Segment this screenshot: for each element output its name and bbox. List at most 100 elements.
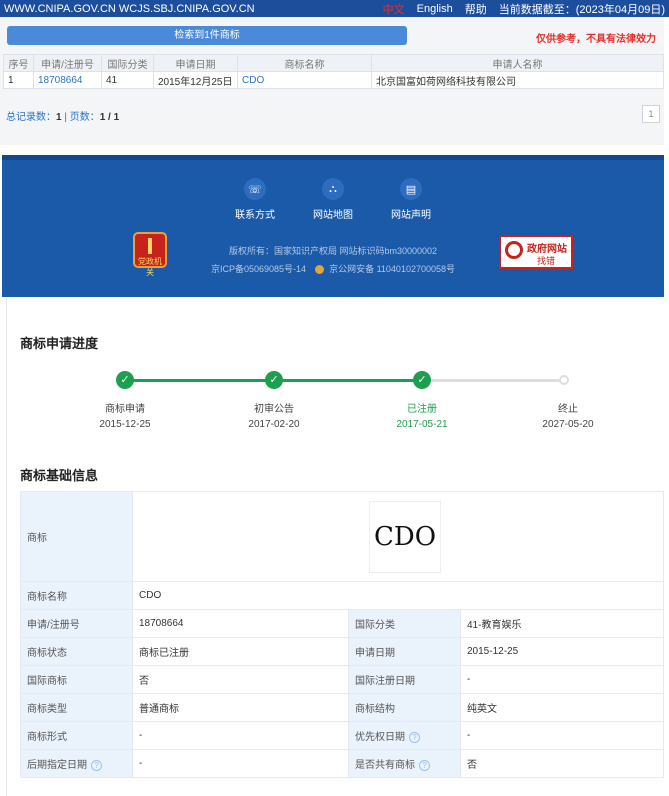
column-header: 国际分类: [101, 54, 154, 72]
table-row[interactable]: 1 18708664 41 2015年12月25日 CDO 北京国富如荷网络科技…: [3, 71, 664, 89]
site-domains[interactable]: WWW.CNIPA.GOV.CN WCJS.SBJ.CNIPA.GOV.CN: [4, 3, 255, 15]
footer-statement-link[interactable]: ▤ 网站声明: [391, 178, 431, 221]
help-icon[interactable]: ?: [409, 731, 420, 743]
search-result-panel: 检索到1件商标 仅供参考，不具有法律效力 序号 申请/注册号 国际分类 申请日期…: [0, 17, 664, 145]
field-label: 申请日期: [348, 637, 461, 666]
gov-site-title: 政府网站: [527, 244, 567, 255]
logo-cell: CDO: [132, 491, 664, 582]
field-label: 国际分类: [348, 609, 461, 638]
field-label: 商标状态: [20, 637, 133, 666]
field-value: 41-教育娱乐: [460, 609, 664, 638]
gov-site-error-report-button[interactable]: 政府网站 找错: [499, 235, 573, 269]
pages-value: 1 / 1: [99, 112, 120, 123]
cell-index: 1: [3, 71, 34, 89]
footer-nav-label: 联系方式: [235, 210, 275, 221]
pages-label: 页数：: [69, 112, 100, 123]
data-date: 当前数据截至：(2023年04月09日): [498, 3, 665, 16]
table-row: 商标 CDO: [20, 491, 664, 582]
table-row: 后期指定日期? - 是否共有商标? 否: [20, 749, 664, 778]
trademark-image[interactable]: CDO: [369, 500, 441, 573]
field-label: 商标结构: [348, 693, 461, 722]
step-date: 2017-02-20: [248, 419, 300, 430]
progress-track-pending: [423, 379, 565, 382]
lang-zh-link[interactable]: 中文: [383, 1, 405, 17]
result-count-banner[interactable]: 检索到1件商标: [7, 26, 407, 45]
progress-step: 初审公告 2017-02-20: [224, 402, 324, 432]
pager-separator: |: [61, 112, 70, 123]
table-row: 商标类型 普通商标 商标结构 纯英文: [20, 693, 664, 722]
cell-class: 41: [101, 71, 154, 89]
phone-icon: ☏: [244, 178, 266, 200]
lang-en-link[interactable]: English: [417, 3, 453, 15]
field-label: 商标名称: [20, 581, 133, 610]
field-value: 18708664: [132, 609, 349, 638]
footer-nav-label: 网站声明: [391, 210, 431, 221]
field-value: 否: [460, 749, 664, 778]
step-label: 已注册: [407, 404, 437, 415]
field-label: 商标形式: [20, 721, 133, 750]
table-row: 申请/注册号 18708664 国际分类 41-教育娱乐: [20, 609, 664, 638]
pager-summary: 总记录数：1 | 页数：1 / 1: [6, 108, 119, 123]
step-check-icon: ✓: [413, 371, 431, 389]
step-date: 2027-05-20: [542, 419, 594, 430]
icp-link[interactable]: 京ICP备05069085号-14: [211, 264, 306, 274]
field-label-with-help: 后期指定日期?: [20, 749, 133, 778]
field-value: 普通商标: [132, 693, 349, 722]
step-pending-icon: [559, 375, 569, 385]
basic-info-table: 商标 CDO 商标名称 CDO 申请/注册号 18708664 国际分类 41-…: [20, 491, 664, 778]
footer-contact-link[interactable]: ☏ 联系方式: [235, 178, 275, 221]
footer-nav-label: 网站地图: [313, 210, 353, 221]
field-label: 国际商标: [20, 665, 133, 694]
disclaimer: 仅供参考，不具有法律效力: [536, 34, 656, 45]
basic-info-title: 商标基础信息: [20, 468, 99, 483]
column-header: 商标名称: [237, 54, 372, 72]
help-icon[interactable]: ?: [419, 759, 430, 771]
step-date: 2015-12-25: [99, 419, 151, 430]
field-value: -: [132, 749, 349, 778]
field-label: 优先权日期: [355, 732, 405, 743]
field-label: 申请/注册号: [20, 609, 133, 638]
table-row: 商标状态 商标已注册 申请日期 2015-12-25: [20, 637, 664, 666]
police-record-link[interactable]: 京公网安备 11040102700058号: [329, 264, 455, 274]
field-value: 2015-12-25: [460, 637, 664, 666]
column-header: 申请/注册号: [33, 54, 102, 72]
column-header: 序号: [3, 54, 34, 72]
cell-date: 2015年12月25日: [153, 71, 238, 89]
result-table: 序号 申请/注册号 国际分类 申请日期 商标名称 申请人名称 1 1870866…: [3, 54, 664, 89]
step-check-icon: ✓: [116, 371, 134, 389]
step-check-icon: ✓: [265, 371, 283, 389]
content-divider: [6, 298, 7, 796]
table-row: 商标形式 - 优先权日期? -: [20, 721, 664, 750]
field-value: -: [460, 721, 664, 750]
step-label: 商标申请: [105, 404, 145, 415]
field-value: -: [460, 665, 664, 694]
step-date: 2017-05-21: [396, 419, 448, 430]
step-label: 终止: [558, 404, 578, 415]
footer-sitemap-link[interactable]: ⛬ 网站地图: [313, 178, 353, 221]
field-label: 是否共有商标: [355, 760, 415, 771]
logo-label: 商标: [20, 491, 133, 582]
site-footer: ☏ 联系方式 ⛬ 网站地图 ▤ 网站声明 党政机关 版权所有：国家知识产权局 网…: [2, 155, 664, 297]
page-1-button[interactable]: 1: [642, 105, 660, 123]
progress-title: 商标申请进度: [20, 336, 99, 351]
field-value: CDO: [132, 581, 664, 610]
cell-trademark-name-link[interactable]: CDO: [237, 71, 372, 89]
top-bar-links: 中文 English 帮助 当前数据截至：(2023年04月09日): [383, 1, 665, 17]
total-label: 总记录数：: [6, 112, 56, 123]
help-icon[interactable]: ?: [91, 759, 102, 771]
cell-applicant: 北京国富如荷网络科技有限公司: [371, 71, 664, 89]
footer-nav: ☏ 联系方式 ⛬ 网站地图 ▤ 网站声明: [2, 178, 664, 221]
cell-reg-number-link[interactable]: 18708664: [33, 71, 102, 89]
police-badge-icon: [314, 265, 324, 275]
field-label-with-help: 是否共有商标?: [348, 749, 461, 778]
sitemap-icon: ⛬: [322, 178, 344, 200]
field-value: 纯英文: [460, 693, 664, 722]
field-label-with-help: 优先权日期?: [348, 721, 461, 750]
table-row: 商标名称 CDO: [20, 581, 664, 610]
table-row: 国际商标 否 国际注册日期 -: [20, 665, 664, 694]
field-value: -: [132, 721, 349, 750]
document-icon: ▤: [400, 178, 422, 200]
step-label: 初审公告: [254, 404, 294, 415]
help-link[interactable]: 帮助: [465, 1, 487, 17]
progress-step: 已注册 2017-05-21: [372, 402, 472, 432]
